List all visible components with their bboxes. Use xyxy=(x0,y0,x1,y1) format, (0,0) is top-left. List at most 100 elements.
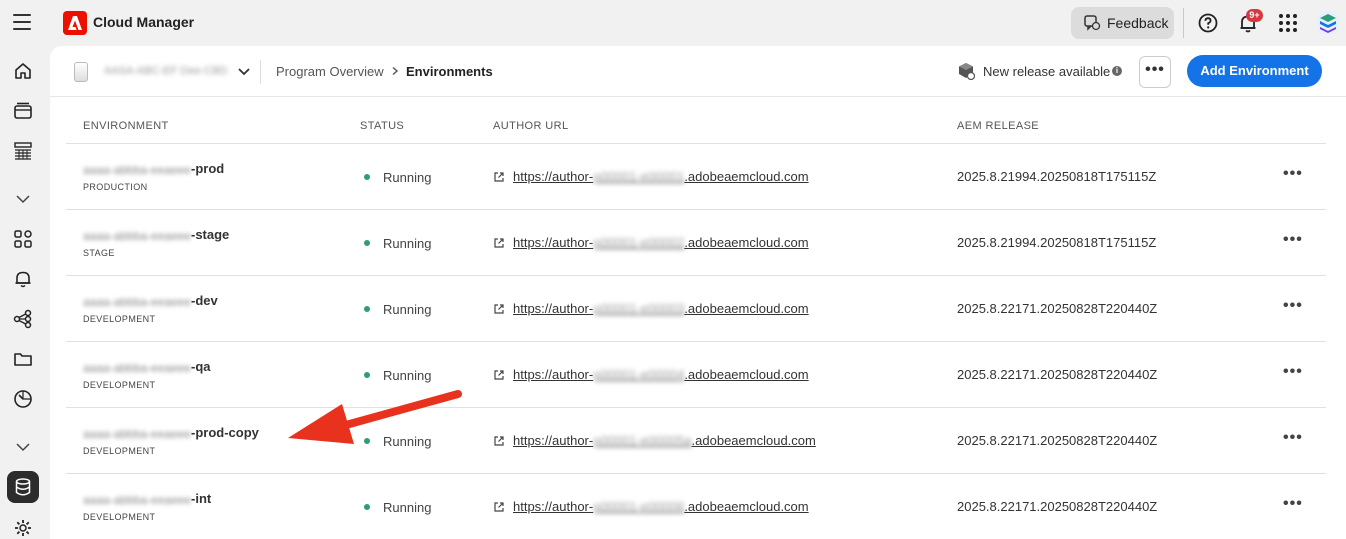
aem-release: 2025.8.22171.20250828T220440Z xyxy=(957,499,1158,514)
external-link-icon xyxy=(494,172,504,182)
environment-name-prefix: aaaa-abbba-eeaeee xyxy=(83,163,192,177)
author-url-link[interactable]: https://author-p00001-e00006.adobeaemclo… xyxy=(513,499,809,514)
environment-name-prefix: aaaa-abbba-eeaeee xyxy=(83,229,192,243)
home-icon[interactable] xyxy=(13,61,33,81)
column-header-author-url[interactable]: AUTHOR URL xyxy=(493,120,569,132)
author-url-link[interactable]: https://author-p00001-e00005a.adobeaemcl… xyxy=(513,433,816,448)
column-header-status[interactable]: STATUS xyxy=(360,120,404,132)
status-text: Running xyxy=(383,500,432,515)
breadcrumb-environments: Environments xyxy=(406,64,493,79)
top-bar: Cloud Manager Feedback 9+ xyxy=(0,0,1346,46)
add-environment-button[interactable]: Add Environment xyxy=(1187,55,1322,87)
row-actions-button[interactable]: ••• xyxy=(1283,165,1303,183)
environment-name[interactable]: -stage xyxy=(191,227,229,242)
table-row[interactable]: aaaa-abbba-eeaeee -stage STAGE Running h… xyxy=(66,210,1326,276)
table-row[interactable]: aaaa-abbba-eeaeee -dev DEVELOPMENT Runni… xyxy=(66,276,1326,342)
environment-name-prefix: aaaa-abbba-eeaeee xyxy=(83,493,192,507)
gauge-icon[interactable] xyxy=(13,389,33,409)
author-url-link[interactable]: https://author-p00001-e00003.adobeaemclo… xyxy=(513,301,809,316)
apps-grid-icon[interactable] xyxy=(1277,12,1299,34)
avatar[interactable] xyxy=(1316,11,1340,35)
environment-name[interactable]: -prod xyxy=(191,161,224,176)
status-text: Running xyxy=(383,368,432,383)
aem-release: 2025.8.21994.20250818T175115Z xyxy=(957,235,1157,250)
aem-release: 2025.8.22171.20250828T220440Z xyxy=(957,301,1158,316)
status-dot xyxy=(364,174,370,180)
column-header-aem-release[interactable]: AEM RELEASE xyxy=(957,120,1039,132)
external-link-icon xyxy=(494,238,504,248)
grid-icon[interactable] xyxy=(13,229,33,249)
feedback-button[interactable]: Feedback xyxy=(1071,7,1174,39)
feedback-icon xyxy=(1084,15,1101,31)
sub-header: AASA-ABC-EF Dee-CBD Program Overview Env… xyxy=(50,46,1346,97)
notification-badge: 9+ xyxy=(1246,9,1263,22)
more-options-button[interactable]: ••• xyxy=(1139,56,1171,88)
column-header-environment[interactable]: ENVIRONMENT xyxy=(83,120,169,132)
external-link-icon xyxy=(494,502,504,512)
status-text: Running xyxy=(383,170,432,185)
aem-release: 2025.8.22171.20250828T220440Z xyxy=(957,367,1158,382)
environment-type: PRODUCTION xyxy=(83,182,148,192)
database-icon[interactable] xyxy=(13,477,33,497)
author-url-link[interactable]: https://author-p00001-e00001.adobeaemclo… xyxy=(513,169,809,184)
chevron-down-icon[interactable] xyxy=(237,66,251,78)
environment-name[interactable]: -dev xyxy=(191,293,218,308)
status-text: Running xyxy=(383,302,432,317)
environment-name[interactable]: -qa xyxy=(191,359,211,374)
environment-name[interactable]: -prod-copy xyxy=(191,425,259,440)
external-link-icon xyxy=(494,436,504,446)
environment-name-prefix: aaaa-abbba-eeaeee xyxy=(83,361,192,375)
aem-release: 2025.8.21994.20250818T175115Z xyxy=(957,169,1157,184)
author-url-link[interactable]: https://author-p00001-e00004.adobeaemclo… xyxy=(513,367,809,382)
aem-release: 2025.8.22171.20250828T220440Z xyxy=(957,433,1158,448)
author-url-link[interactable]: https://author-p00001-e00002.adobeaemclo… xyxy=(513,235,809,250)
row-actions-button[interactable]: ••• xyxy=(1283,297,1303,315)
environment-name-prefix: aaaa-abbba-eeaeee xyxy=(83,295,192,309)
gear-icon[interactable] xyxy=(13,518,33,538)
release-icon xyxy=(959,63,975,80)
chevron-right-icon xyxy=(392,66,399,76)
row-actions-button[interactable]: ••• xyxy=(1283,429,1303,447)
chevron-down-icon[interactable] xyxy=(13,437,33,457)
chevron-down-icon[interactable] xyxy=(13,189,33,209)
status-text: Running xyxy=(383,236,432,251)
app-title[interactable]: Cloud Manager xyxy=(93,14,194,30)
bell-icon[interactable] xyxy=(13,269,33,289)
status-dot xyxy=(364,306,370,312)
menu-icon[interactable] xyxy=(13,14,31,30)
folder-icon[interactable] xyxy=(13,349,33,369)
info-icon[interactable]: i xyxy=(1112,66,1122,76)
row-actions-button[interactable]: ••• xyxy=(1283,363,1303,381)
divider xyxy=(260,60,261,84)
status-dot xyxy=(364,240,370,246)
table-row[interactable]: aaaa-abbba-eeaeee -prod PRODUCTION Runni… xyxy=(66,144,1326,210)
main-panel: AASA-ABC-EF Dee-CBD Program Overview Env… xyxy=(50,46,1346,539)
table-row[interactable]: aaaa-abbba-eeaeee -qa DEVELOPMENT Runnin… xyxy=(66,342,1326,408)
row-actions-button[interactable]: ••• xyxy=(1283,495,1303,513)
divider xyxy=(1183,8,1184,38)
release-notice[interactable]: New release available xyxy=(983,64,1110,79)
workflow-icon[interactable] xyxy=(13,309,33,329)
row-actions-button[interactable]: ••• xyxy=(1283,231,1303,249)
environment-type: STAGE xyxy=(83,248,115,258)
adobe-logo xyxy=(63,11,87,35)
status-dot xyxy=(364,372,370,378)
card-stack-icon[interactable] xyxy=(13,101,33,121)
table-row[interactable]: aaaa-abbba-eeaeee -prod-copy DEVELOPMENT… xyxy=(66,408,1326,474)
program-icon xyxy=(74,62,88,82)
environment-type: DEVELOPMENT xyxy=(83,380,156,390)
environment-type: DEVELOPMENT xyxy=(83,314,156,324)
environment-type: DEVELOPMENT xyxy=(83,446,156,456)
breadcrumb-program-overview[interactable]: Program Overview xyxy=(276,64,384,79)
external-link-icon xyxy=(494,370,504,380)
status-dot xyxy=(364,504,370,510)
external-link-icon xyxy=(494,304,504,314)
pipeline-icon[interactable] xyxy=(13,141,33,161)
program-name[interactable]: AASA-ABC-EF Dee-CBD xyxy=(104,65,227,77)
left-rail xyxy=(0,46,50,539)
environment-type: DEVELOPMENT xyxy=(83,512,156,522)
help-icon[interactable] xyxy=(1197,12,1219,34)
annotation-arrow xyxy=(288,390,462,444)
environment-name[interactable]: -int xyxy=(191,491,211,506)
table-row[interactable]: aaaa-abbba-eeaeee -int DEVELOPMENT Runni… xyxy=(66,474,1326,539)
